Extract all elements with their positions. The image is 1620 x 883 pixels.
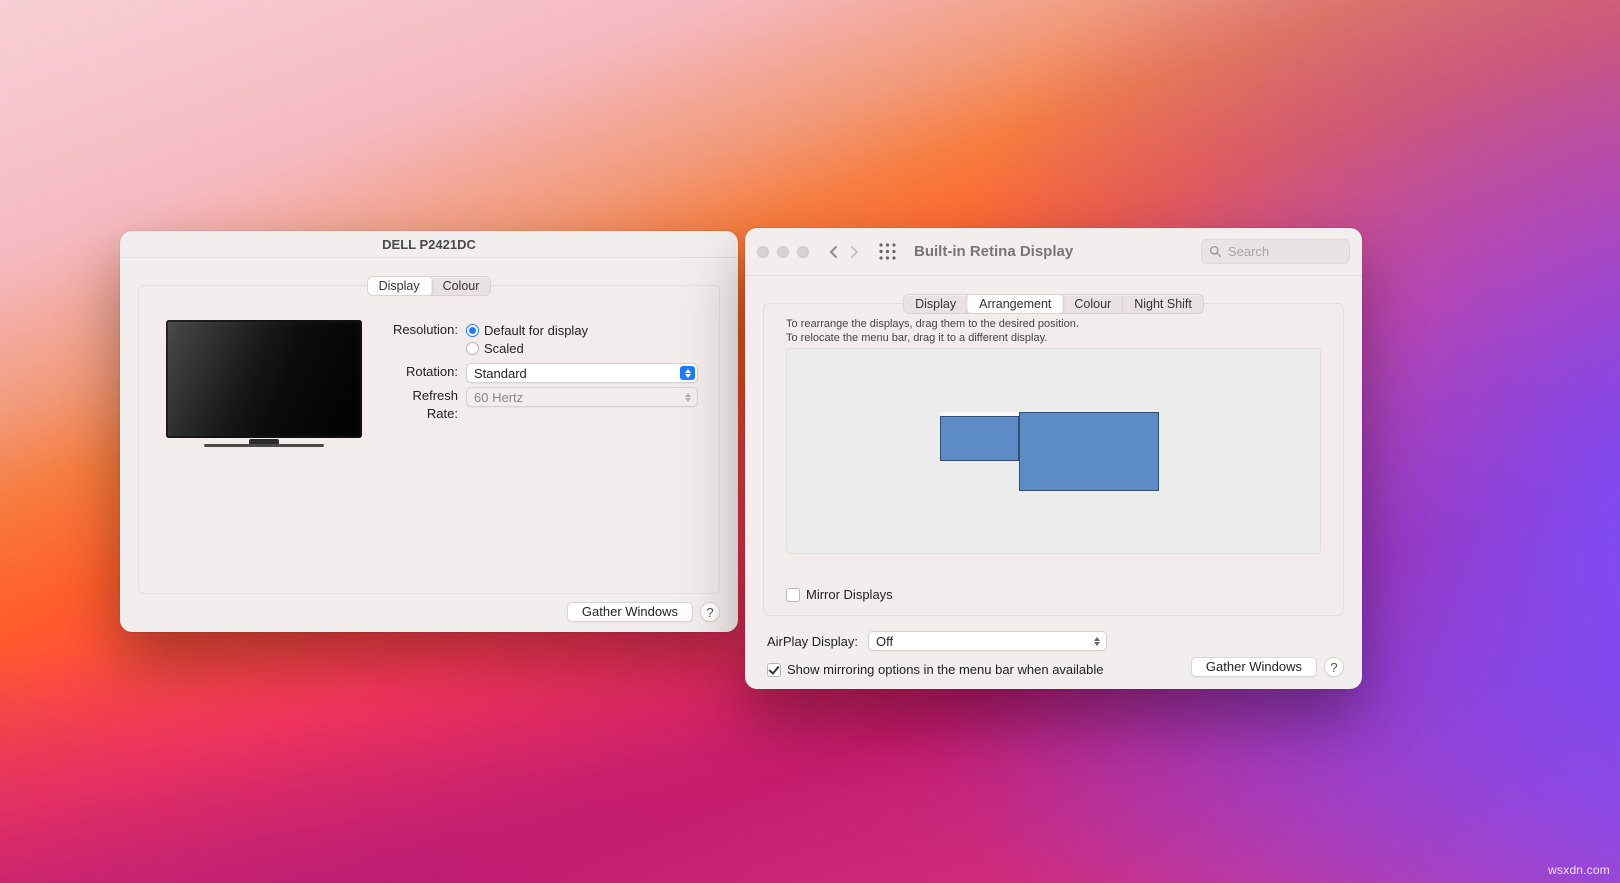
search-input[interactable] [1228, 244, 1342, 259]
radio-icon [466, 324, 479, 337]
label-resolution: Resolution: [392, 321, 466, 339]
radio-default-for-display[interactable]: Default for display [466, 321, 705, 339]
minimize-icon[interactable] [777, 246, 789, 258]
help-button[interactable]: ? [1324, 657, 1344, 677]
arrangement-hint: To rearrange the displays, drag them to … [786, 317, 1079, 345]
chevron-updown-icon [680, 366, 695, 380]
refresh-value: 60 Hertz [474, 390, 523, 405]
mirror-displays-checkbox[interactable]: Mirror Displays [786, 587, 893, 602]
back-button[interactable] [825, 240, 843, 264]
help-button[interactable]: ? [700, 602, 720, 622]
checkbox-label: Mirror Displays [806, 587, 893, 602]
window-title: Built-in Retina Display [914, 243, 1073, 260]
airplay-popup[interactable]: Off [868, 631, 1107, 651]
tab-display[interactable]: Display [367, 276, 433, 296]
refresh-rate-popup: 60 Hertz [466, 387, 698, 407]
show-all-icon[interactable] [875, 239, 900, 264]
panel: Display Colour Resolution: Default [138, 285, 720, 594]
forward-button [845, 240, 863, 264]
nav-buttons [825, 240, 863, 264]
watermark: wsxdn.com [1548, 863, 1610, 877]
checkbox-label: Show mirroring options in the menu bar w… [787, 662, 1104, 677]
window-dell-display: DELL P2421DC Display Colour Resolution: [120, 231, 738, 632]
window-controls[interactable] [757, 246, 809, 258]
zoom-icon[interactable] [797, 246, 809, 258]
search-icon [1209, 245, 1222, 258]
close-icon[interactable] [757, 246, 769, 258]
gather-windows-button[interactable]: Gather Windows [1191, 657, 1317, 677]
radio-scaled[interactable]: Scaled [466, 339, 705, 357]
rotation-value: Standard [474, 366, 527, 381]
display-preview-image [166, 320, 362, 448]
titlebar[interactable]: DELL P2421DC [120, 231, 738, 258]
tab-colour[interactable]: Colour [1063, 295, 1123, 313]
gather-windows-button[interactable]: Gather Windows [567, 602, 693, 622]
arrangement-canvas[interactable] [786, 348, 1321, 554]
display-icon-primary[interactable] [940, 412, 1019, 461]
hint-line-2: To relocate the menu bar, drag it to a d… [786, 331, 1079, 345]
toolbar: Built-in Retina Display [745, 228, 1362, 276]
tab-display[interactable]: Display [904, 295, 968, 313]
label-rotation: Rotation: [392, 363, 466, 381]
checkbox-icon [767, 663, 781, 677]
desktop-background: DELL P2421DC Display Colour Resolution: [0, 0, 1620, 883]
label-refresh-rate: Refresh Rate: [392, 387, 466, 423]
display-icon-secondary[interactable] [1019, 412, 1159, 491]
chevron-updown-icon [680, 390, 695, 404]
rotation-popup[interactable]: Standard [466, 363, 698, 383]
window-built-in-retina: Built-in Retina Display Display Arrangem… [745, 228, 1362, 689]
hint-line-1: To rearrange the displays, drag them to … [786, 317, 1079, 331]
airplay-value: Off [876, 634, 893, 649]
radio-label: Default for display [484, 323, 588, 338]
search-field[interactable] [1201, 239, 1350, 264]
chevron-updown-icon [1089, 634, 1104, 648]
panel: Display Arrangement Colour Night Shift T… [763, 303, 1344, 616]
window-title: DELL P2421DC [382, 237, 476, 252]
tab-night-shift[interactable]: Night Shift [1123, 295, 1203, 313]
tab-arrangement[interactable]: Arrangement [967, 294, 1064, 314]
checkbox-icon [786, 588, 800, 602]
radio-icon [466, 342, 479, 355]
radio-label: Scaled [484, 341, 524, 356]
menubar-handle[interactable] [940, 412, 1019, 417]
tab-bar: Display Arrangement Colour Night Shift [903, 294, 1204, 314]
label-airplay-display: AirPlay Display: [767, 634, 858, 649]
settings-form: Resolution: Default for display Scaled [392, 321, 705, 427]
